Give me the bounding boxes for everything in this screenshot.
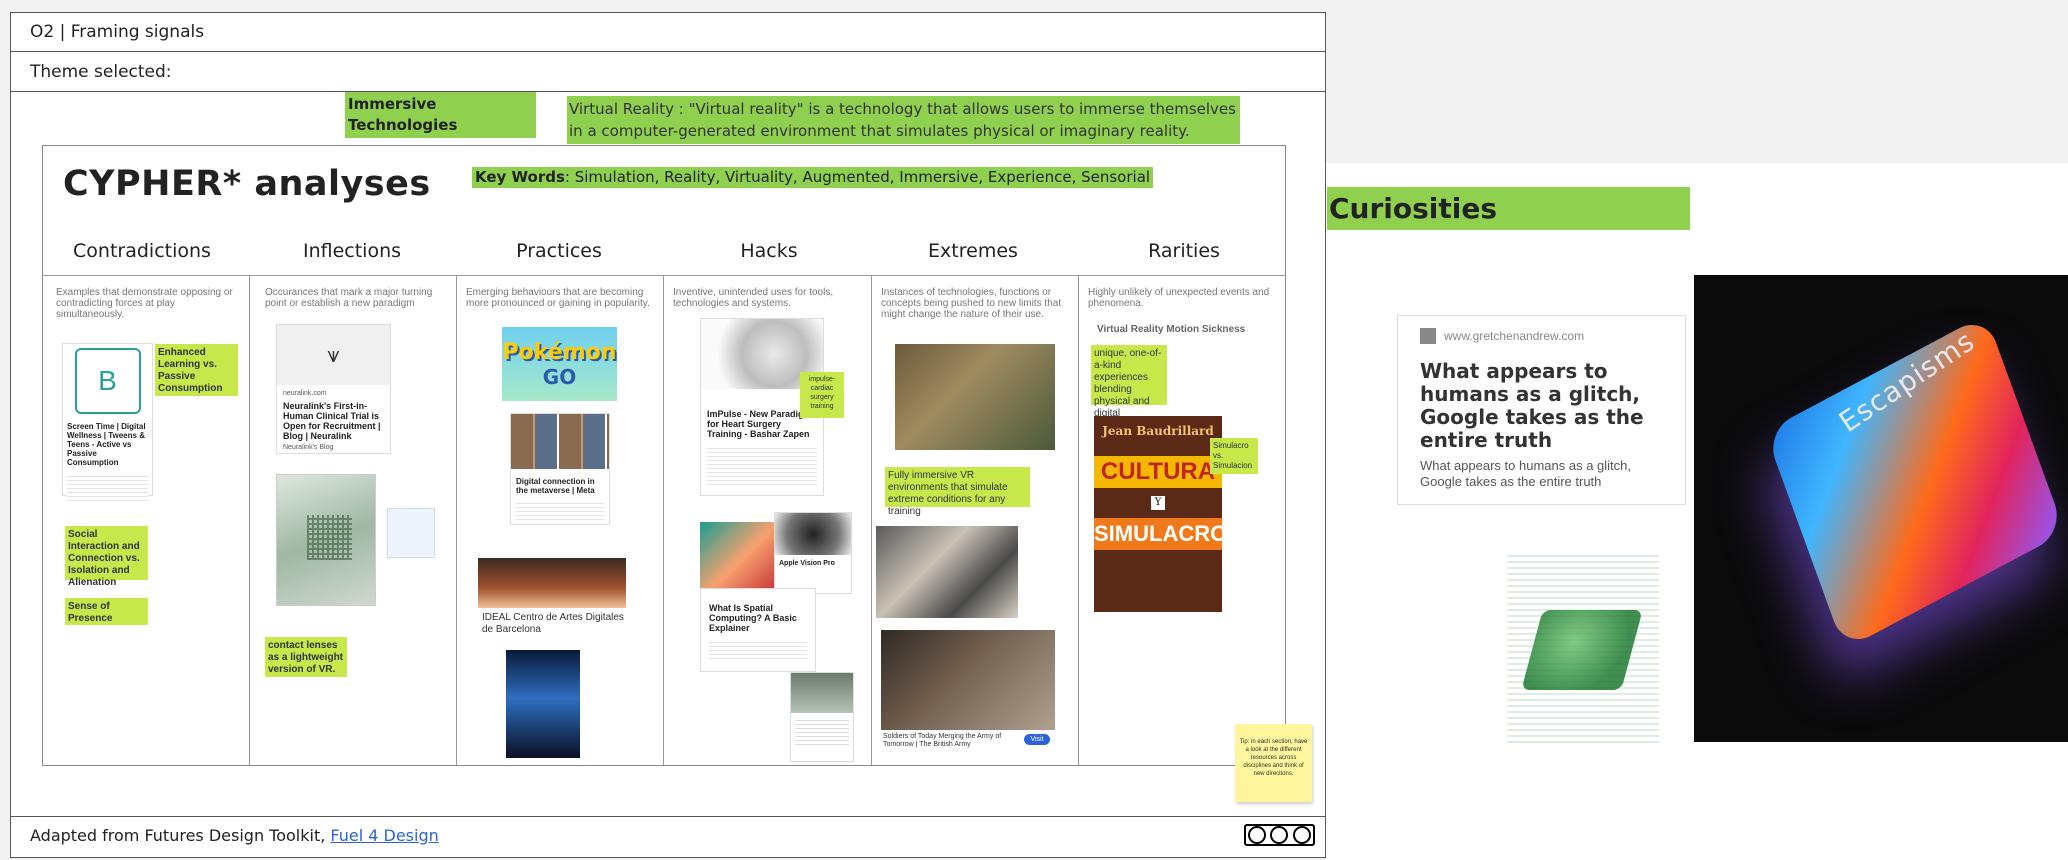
apple-vision-card[interactable]: Apple Vision Pro	[774, 512, 852, 594]
card-title: What Is Spatial Computing? A Basic Expla…	[709, 603, 797, 633]
screen-time-card[interactable]: B Screen Time | Digital Wellness | Tween…	[62, 343, 153, 501]
metaverse-card[interactable]: Digital connection in the metaverse | Me…	[510, 413, 610, 525]
book-title-y: Y	[1151, 496, 1165, 510]
column-extremes: Extremes	[928, 240, 1018, 262]
lab-card[interactable]	[790, 672, 854, 762]
keywords-label: Key Words	[475, 168, 565, 186]
book-title-1: CULTURA	[1094, 456, 1222, 488]
card-title: Apple Vision Pro	[779, 560, 835, 567]
column-divider	[249, 275, 250, 765]
curiosities-title[interactable]: Curiosities	[1327, 187, 1690, 230]
rarity-sticky[interactable]: Simulacro vs. Simulacion	[1210, 438, 1258, 474]
vision-pro-image	[775, 513, 851, 555]
column-rarities: Rarities	[1148, 240, 1220, 262]
column-divider	[1078, 275, 1079, 765]
board-title: CYPHER* analyses	[63, 164, 431, 204]
footer-divider	[10, 816, 1326, 817]
card-subtitle: What appears to humans as a glitch, Goog…	[1420, 458, 1632, 489]
go-logo: GO	[542, 364, 577, 389]
card-text-lines	[707, 445, 817, 485]
book-author: Jean Baudrillard	[1102, 424, 1214, 438]
cc-license-badge[interactable]	[1244, 824, 1315, 846]
column-description: Occurances that mark a major turning poi…	[265, 287, 433, 309]
ready-player-one-poster[interactable]	[506, 650, 580, 758]
footer-credit: Adapted from Futures Design Toolkit, Fue…	[30, 826, 439, 845]
pokemon-logo: Pokémon	[502, 339, 617, 365]
theme-selected-label: Theme selected:	[10, 52, 1326, 92]
spatial-computing-card[interactable]: What Is Spatial Computing? A Basic Expla…	[700, 588, 816, 672]
keywords-sticky[interactable]: Key Words: Simulation, Reality, Virtuali…	[472, 167, 1154, 188]
card-source: www.gretchenandrew.com	[1444, 329, 1585, 343]
neuralink-card[interactable]: ⩛ neuralink.com Neuralink's First-in-Hum…	[276, 324, 391, 454]
cc-icon	[1248, 826, 1267, 844]
lab-image	[791, 673, 853, 713]
card-text-lines	[709, 639, 807, 661]
visit-button[interactable]: Visit	[1024, 734, 1050, 745]
column-divider	[663, 275, 664, 765]
column-description: Inventive, unintended uses for tools, te…	[673, 287, 834, 309]
green-dot-key-image[interactable]	[1507, 555, 1659, 743]
header-divider	[42, 275, 1286, 276]
column-description: Instances of technologies, functions or …	[881, 287, 1062, 320]
glitch-article-card[interactable]: www.gretchenandrew.com What appears to h…	[1397, 315, 1686, 505]
column-inflections: Inflections	[302, 240, 402, 262]
tip-sticky[interactable]: Tip: in each section, have a look at the…	[1235, 724, 1312, 802]
neuralink-logo-icon: ⩛	[277, 325, 390, 385]
sa-icon	[1292, 826, 1311, 844]
card-text-lines	[795, 717, 849, 747]
british-army-caption: Soldiers of Today Merging the Army of To…	[883, 733, 1002, 748]
green-key-shape	[1521, 610, 1643, 690]
contradiction-sticky[interactable]: Social Interaction and Connection vs. Is…	[65, 526, 148, 588]
card-source: neuralink.com	[283, 390, 327, 397]
column-description: Highly unlikely of unexpected events and…	[1088, 287, 1270, 309]
card-title: Digital connection in the metaverse | Me…	[516, 477, 595, 495]
soldiers-pyramid-image[interactable]	[895, 344, 1055, 450]
card-text-lines	[516, 500, 604, 520]
rarity-sticky[interactable]: unique, one-of-a-kind experiences blendi…	[1091, 345, 1167, 431]
vr-training-image[interactable]	[876, 526, 1018, 618]
by-icon	[1270, 826, 1289, 844]
card-title: Neuralink's First-in-Human Clinical Tria…	[283, 401, 381, 441]
column-contradictions: Contradictions	[73, 240, 211, 262]
british-army-image[interactable]	[881, 630, 1055, 730]
column-divider	[456, 275, 457, 765]
book-title-2: SIMULACRO	[1094, 518, 1227, 550]
column-practices: Practices	[516, 240, 602, 262]
rarities-heading: Virtual Reality Motion Sickness	[1097, 324, 1246, 335]
book-cover[interactable]: Jean Baudrillard CULTURA Y SIMULACRO	[1094, 416, 1227, 612]
hack-sticky[interactable]: impulse- cardiac surgery training	[800, 372, 844, 418]
vr-kid-image[interactable]	[700, 522, 774, 590]
keywords-list: : Simulation, Reality, Virtuality, Augme…	[564, 168, 1151, 186]
metaverse-collage	[511, 414, 609, 469]
theme-name-sticky[interactable]: Immersive Technologies	[345, 92, 536, 138]
qr-code-icon	[307, 515, 352, 560]
pokemon-go-image[interactable]: Pokémon GO	[502, 327, 617, 401]
inflection-sticky[interactable]: contact lenses as a lightweight version …	[265, 637, 347, 677]
contradiction-sticky[interactable]: Enhanced Learning vs. Passive Consumptio…	[155, 344, 238, 396]
card-title: Screen Time | Digital Wellness | Tweens …	[67, 422, 146, 467]
column-description: Examples that demonstrate opposing or co…	[56, 287, 233, 320]
column-hacks: Hacks	[740, 240, 798, 262]
ideal-caption: IDEAL Centro de Artes Digitales de Barce…	[482, 612, 624, 635]
qr-scan-image[interactable]	[276, 474, 376, 606]
card-text-lines	[67, 473, 148, 501]
escapisms-image[interactable]: Escapisms	[1694, 275, 2068, 742]
ideal-image[interactable]	[478, 558, 626, 608]
footer-text: Adapted from Futures Design Toolkit,	[30, 826, 331, 845]
contradiction-sticky[interactable]: Sense of Presence	[65, 598, 148, 625]
site-favicon-icon	[1420, 328, 1436, 344]
column-divider	[871, 275, 872, 765]
link-note[interactable]	[387, 508, 435, 558]
card-title: What appears to humans as a glitch, Goog…	[1420, 359, 1644, 452]
logo-b-icon: B	[74, 348, 141, 414]
section-title: O2 | Framing signals	[10, 12, 1326, 52]
card-subtitle: Neuralink's Blog	[283, 444, 334, 451]
theme-definition-sticky[interactable]: Virtual Reality : "Virtual reality" is a…	[567, 96, 1240, 144]
column-description: Emerging behaviours that are becoming mo…	[466, 287, 650, 309]
extreme-sticky[interactable]: Fully immersive VR environments that sim…	[885, 467, 1030, 517]
fuel4design-link[interactable]: Fuel 4 Design	[330, 826, 438, 845]
